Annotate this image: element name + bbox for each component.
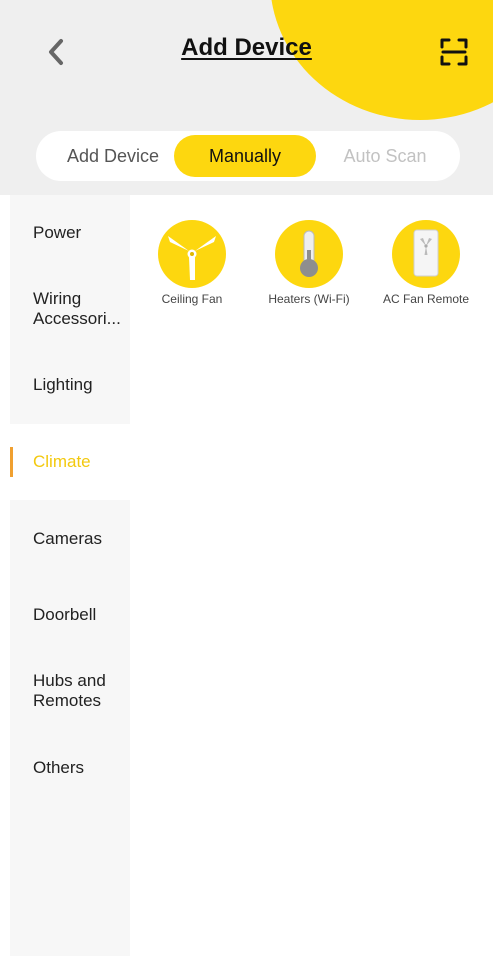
device-icon-circle — [275, 220, 343, 288]
sidebar-item-label: Others — [33, 758, 85, 777]
scan-button[interactable] — [436, 34, 472, 70]
device-label: AC Fan Remote — [382, 292, 470, 306]
page-title: Add Device — [181, 34, 312, 61]
sidebar-item-climate[interactable]: Climate — [10, 424, 130, 500]
sidebar-item-label: Cameras — [33, 529, 102, 548]
device-label: Ceiling Fan — [161, 292, 223, 306]
sidebar-item-doorbell[interactable]: Doorbell — [10, 577, 130, 653]
thermometer-icon — [300, 230, 318, 277]
ceiling-fan-icon — [168, 236, 216, 280]
tab-manually[interactable]: Manually — [174, 135, 316, 177]
device-ac-fan-remote[interactable]: AC Fan Remote — [371, 220, 481, 306]
header: Add Device Add Device Manually Auto Scan — [0, 0, 493, 195]
sidebar-item-label: Climate — [33, 452, 91, 471]
sidebar-item-hubs-and-remotes[interactable]: Hubs and Remotes — [10, 653, 130, 729]
sidebar-item-lighting[interactable]: Lighting — [10, 347, 130, 423]
category-sidebar: Power Wiring Accessori... Lighting Clima… — [10, 195, 130, 956]
sidebar-item-label: Doorbell — [33, 605, 97, 624]
sidebar-item-cameras[interactable]: Cameras — [10, 501, 130, 577]
sidebar-item-others[interactable]: Others — [10, 730, 130, 806]
device-heaters-wifi[interactable]: Heaters (Wi-Fi) — [254, 220, 364, 306]
sidebar-item-label: Hubs and Remotes — [33, 671, 106, 710]
sidebar-item-label: Lighting — [33, 375, 93, 394]
qr-scan-icon — [440, 38, 468, 66]
tab-add-device[interactable]: Add Device — [50, 135, 176, 177]
device-label: Heaters (Wi-Fi) — [268, 292, 350, 306]
remote-icon — [413, 229, 439, 277]
sidebar-item-wiring-accessories[interactable]: Wiring Accessori... — [10, 271, 130, 347]
mode-segmented-control: Add Device Manually Auto Scan — [36, 131, 460, 181]
tab-auto-scan[interactable]: Auto Scan — [326, 135, 444, 177]
sidebar-item-label: Wiring Accessori... — [33, 289, 121, 328]
device-icon-circle — [392, 220, 460, 288]
sidebar-item-power[interactable]: Power — [10, 195, 130, 271]
device-icon-circle — [158, 220, 226, 288]
sidebar-item-label: Power — [33, 223, 82, 242]
active-indicator — [10, 447, 13, 477]
device-ceiling-fan[interactable]: Ceiling Fan — [137, 220, 247, 306]
